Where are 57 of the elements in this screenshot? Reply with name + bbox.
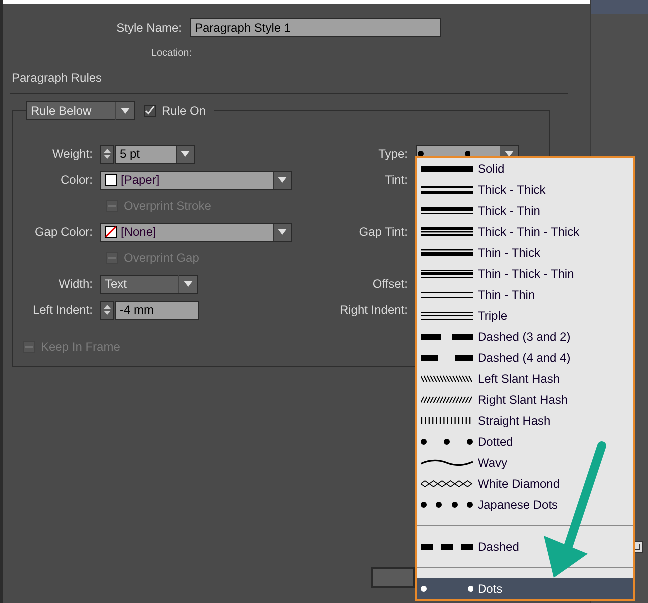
menu-item[interactable]: Thick - Thin - Thick — [417, 222, 633, 243]
field-label: Width: — [58, 276, 94, 293]
menu-item[interactable]: Dashed (4 and 4) — [417, 348, 633, 369]
checkbox[interactable]: Rule On — [144, 102, 206, 120]
menu-item[interactable]: Japanese Dots — [417, 494, 633, 516]
checkbox-box[interactable] — [144, 104, 156, 116]
section-title: Paragraph Rules — [12, 70, 102, 87]
menu-item[interactable]: Dashed (3 and 2) — [417, 326, 633, 348]
menu-item[interactable]: Triple — [417, 306, 633, 327]
line-style-icon — [421, 268, 473, 280]
menu-item[interactable]: Dots — [417, 578, 633, 600]
spinner-arrows[interactable] — [100, 300, 114, 320]
menu-item[interactable]: Thick - Thick — [417, 180, 633, 201]
title-bar-strip — [591, 0, 648, 14]
location-label: Location: — [150, 47, 192, 61]
style-name-field[interactable]: Paragraph Style 1 — [190, 18, 441, 37]
field-label: Tint: — [384, 172, 408, 189]
menu-item[interactable]: Thin - Thick — [417, 242, 633, 264]
line-style-icon — [421, 478, 473, 490]
line-style-icon — [421, 373, 473, 385]
line-style-icon — [421, 184, 473, 196]
field-label: Style Name: — [116, 20, 183, 36]
field-label: Offset: — [372, 276, 408, 293]
caret-icon — [278, 229, 287, 235]
line-style-icon — [421, 226, 473, 238]
field-label: Left Indent: — [32, 302, 94, 319]
menu-item[interactable]: White Diamond — [417, 473, 633, 494]
menu-item[interactable]: Dashed — [417, 536, 633, 558]
field-label: Color: — [60, 172, 94, 189]
menu-item[interactable]: Thin - Thick - Thin — [417, 264, 633, 285]
menu-item[interactable]: Solid — [417, 159, 633, 180]
swatch-select[interactable]: [None] — [100, 222, 292, 242]
line-style-icon — [421, 414, 473, 427]
caret-icon — [181, 151, 190, 157]
field-label: Gap Tint: — [358, 224, 408, 241]
menu-item[interactable]: Thin - Thin — [417, 284, 633, 306]
field-label: Gap Color: — [34, 224, 94, 241]
menu-item[interactable]: Right Slant Hash — [417, 389, 633, 410]
value-field[interactable]: 5 pt — [115, 144, 195, 164]
caret-icon — [120, 108, 130, 114]
menu-item[interactable]: Wavy — [417, 452, 633, 474]
swatch-select[interactable]: [Paper] — [100, 170, 292, 190]
spinner-arrows[interactable] — [100, 144, 114, 164]
caret-icon — [184, 281, 192, 287]
field-label: Weight: — [52, 146, 94, 163]
rule-select[interactable]: Rule Below — [26, 101, 135, 120]
menu-item[interactable]: Left Slant Hash — [417, 368, 633, 390]
menu-item[interactable]: Straight Hash — [417, 410, 633, 432]
line-style-icon — [421, 310, 473, 322]
menu-item[interactable]: Dotted — [417, 431, 633, 452]
menu-item[interactable]: Thick - Thin — [417, 200, 633, 222]
field-label: Right Indent: — [338, 302, 408, 319]
field-label: Type: — [378, 146, 408, 163]
line-style-icon — [421, 247, 473, 260]
value-field[interactable]: -4 mm — [115, 300, 199, 320]
width-select[interactable]: Text — [100, 274, 198, 294]
caret-icon — [278, 177, 287, 183]
